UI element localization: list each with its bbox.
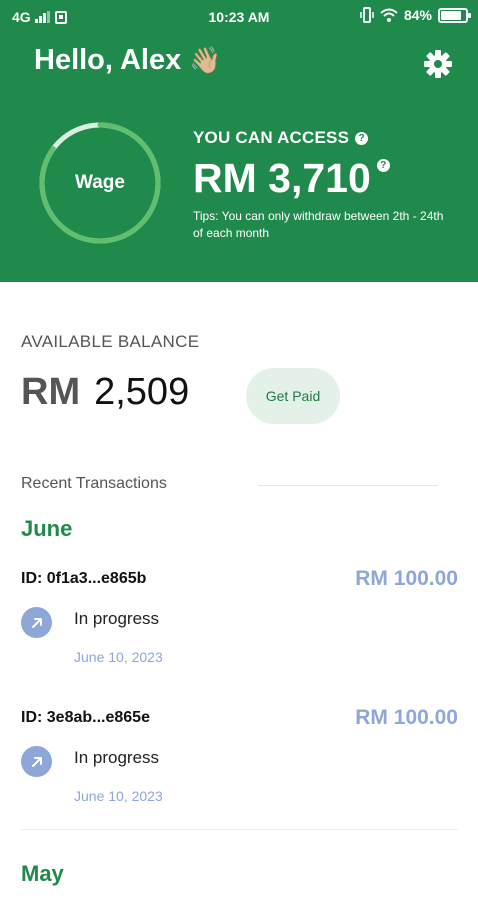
- balance-label: AVAILABLE BALANCE: [21, 332, 200, 351]
- access-title-text: YOU CAN ACCESS: [193, 128, 350, 147]
- arrow-up-right-icon: [21, 607, 52, 638]
- status-right: 84%: [360, 7, 471, 23]
- balance-amount: RM 2,509: [21, 371, 189, 414]
- help-icon[interactable]: ?: [355, 131, 369, 145]
- balance-value: 2,509: [94, 371, 190, 413]
- arrow-up-right-icon: [21, 746, 52, 777]
- transaction-row[interactable]: ID: 0f1a3...e865b RM 100.00 In progress …: [0, 567, 478, 700]
- month-heading: June: [21, 516, 73, 541]
- get-paid-button[interactable]: Get Paid: [246, 368, 340, 424]
- transaction-date: June 10, 2023: [74, 649, 163, 665]
- amount-help-icon[interactable]: ?: [376, 159, 390, 172]
- gear-icon[interactable]: [422, 48, 454, 80]
- transaction-amount: RM 100.00: [355, 706, 458, 729]
- vibrate-icon: [360, 7, 374, 23]
- withdraw-tips: Tips: You can only withdraw between 2th …: [193, 209, 444, 240]
- greeting-text: Hello, Alex: [34, 44, 182, 76]
- wifi-icon: [380, 8, 398, 22]
- transaction-status: In progress: [74, 609, 160, 628]
- section-divider: [258, 485, 438, 486]
- header-panel: 4G 10:23 AM 84% Hello, Alex 👋🏼 Wage YOU …: [0, 0, 478, 282]
- transaction-row[interactable]: ID: 3e8ab...e865e RM 100.00 In progress …: [0, 706, 478, 839]
- greeting: Hello, Alex 👋🏼: [34, 44, 222, 77]
- access-title: YOU CAN ACCESS ?: [193, 128, 369, 148]
- status-bar: 4G 10:23 AM 84%: [0, 0, 478, 34]
- transaction-date: June 10, 2023: [74, 788, 163, 804]
- battery-fill: [441, 10, 462, 20]
- transaction-id: ID: 0f1a3...e865b: [21, 570, 147, 587]
- month-heading: May: [21, 861, 64, 886]
- month-divider: [21, 829, 458, 830]
- transaction-id: ID: 3e8ab...e865e: [21, 709, 150, 726]
- wage-label: Wage: [75, 172, 125, 193]
- access-amount: RM 3,710?: [193, 155, 390, 202]
- transaction-amount: RM 100.00: [355, 567, 458, 590]
- access-amount-value: RM 3,710: [193, 155, 371, 201]
- balance-currency: RM: [21, 371, 81, 413]
- recent-transactions-label: Recent Transactions: [21, 475, 167, 492]
- transaction-status: In progress: [74, 748, 160, 767]
- waving-hand-icon: 👋🏼: [189, 45, 222, 75]
- battery-percent: 84%: [403, 7, 432, 23]
- battery-icon: [438, 7, 471, 23]
